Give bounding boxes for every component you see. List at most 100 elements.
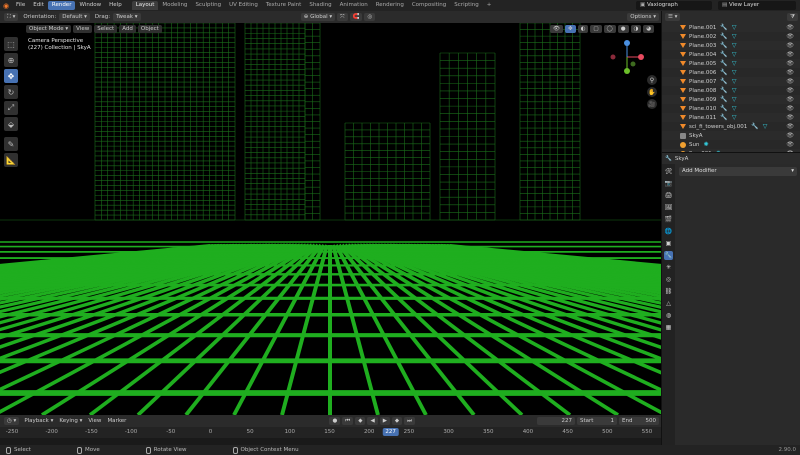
workspace-tab-rendering[interactable]: Rendering [372, 1, 408, 10]
menu-file[interactable]: File [12, 1, 29, 10]
outliner-row[interactable]: Plane.010 🔧 ▽ 👁 [662, 104, 800, 113]
scene-tab-icon[interactable]: 🎬 [664, 215, 673, 224]
outliner-row[interactable]: Plane.004 🔧 ▽ 👁 [662, 50, 800, 59]
menu-edit[interactable]: Edit [29, 1, 48, 10]
shading-solid-icon[interactable]: ● [617, 25, 629, 33]
gizmo-toggle-icon[interactable]: ✥ [564, 25, 576, 33]
object-mode-dropdown[interactable]: Object Mode ▾ [26, 25, 72, 33]
editor-type-button[interactable]: ⛶ ▾ [4, 13, 19, 21]
zoom-icon[interactable]: ⚲ [647, 75, 657, 85]
render-tab-icon[interactable]: 📷 [664, 179, 673, 188]
outliner-row[interactable]: Plane.008 🔧 ▽ 👁 [662, 86, 800, 95]
constraints-tab-icon[interactable]: ⛓ [664, 287, 673, 296]
outliner-filter-icon[interactable]: ⧩ [787, 13, 798, 21]
scale-icon[interactable]: ⤢ [4, 101, 18, 115]
workspace-tab-uv-editing[interactable]: UV Editing [225, 1, 262, 10]
timeline-editor-type-button[interactable]: ◷ ▾ [4, 417, 20, 425]
xray-icon[interactable]: ▢ [590, 25, 602, 33]
eye-icon[interactable]: 👁 [786, 42, 794, 49]
object-tab-icon[interactable]: ▣ [664, 239, 673, 248]
rotate-icon[interactable]: ↻ [4, 85, 18, 99]
modifier-tab-icon[interactable]: 🔧 [664, 251, 673, 260]
next-keyframe-icon[interactable]: ◆ [391, 417, 403, 425]
options-dropdown[interactable]: Options ▾ [627, 13, 659, 21]
eye-icon[interactable]: 👁 [786, 96, 794, 103]
orientation-dropdown[interactable]: Default ▾ [59, 13, 90, 21]
eye-icon[interactable]: 👁 [786, 51, 794, 58]
timeline-menu-view[interactable]: View [85, 418, 104, 424]
timeline-menu-marker[interactable]: Marker [104, 418, 129, 424]
3d-viewport[interactable]: Object Mode ▾ View Select Add Object 👁 ✥… [0, 23, 661, 415]
visibility-icon[interactable]: 👁 [550, 25, 563, 33]
overlay-icon[interactable]: ◐ [577, 25, 589, 33]
material-tab-icon[interactable]: ◍ [664, 311, 673, 320]
texture-tab-icon[interactable]: ▦ [664, 323, 673, 332]
eye-icon[interactable]: 👁 [786, 78, 794, 85]
eye-icon[interactable]: 👁 [786, 132, 794, 139]
annotate-icon[interactable]: ✎ [4, 137, 18, 151]
add-modifier-dropdown[interactable]: Add Modifier ▾ [679, 167, 797, 176]
timeline-menu-playback[interactable]: Playback ▾ [21, 418, 56, 424]
jump-start-icon[interactable]: ⏮ [342, 417, 354, 425]
outliner-row[interactable]: Sun ✺ 👁 [662, 140, 800, 149]
navigation-gizmo[interactable] [607, 37, 647, 77]
workspace-tab-compositing[interactable]: Compositing [408, 1, 450, 10]
physics-tab-icon[interactable]: ◎ [664, 275, 673, 284]
view-layer-selector[interactable]: ▤ View Layer [718, 1, 796, 10]
drag-dropdown[interactable]: Tweak ▾ [113, 13, 141, 21]
shading-wireframe-icon[interactable]: ◯ [603, 25, 616, 33]
move-icon[interactable]: ✥ [4, 69, 18, 83]
data-tab-icon[interactable]: △ [664, 299, 673, 308]
menu-render[interactable]: Render [47, 1, 76, 10]
camera-view-icon[interactable]: 🎥 [647, 99, 657, 109]
outliner-row[interactable]: Plane.001 🔧 ▽ 👁 [662, 23, 800, 32]
eye-icon[interactable]: 👁 [786, 87, 794, 94]
viewport-menu-add[interactable]: Add [119, 25, 136, 33]
outliner-row[interactable]: sci_fi_towers_obj.001 🔧 ▽ 👁 [662, 122, 800, 131]
output-tab-icon[interactable]: 🖨 [664, 191, 673, 200]
workspace-tab-layout[interactable]: Layout [131, 1, 159, 10]
prev-keyframe-icon[interactable]: ◆ [355, 417, 366, 425]
transform-space-dropdown[interactable]: ⊕ Global ▾ [300, 13, 336, 21]
viewport-menu-object[interactable]: Object [137, 25, 162, 33]
workspace-tab-texture-paint[interactable]: Texture Paint [262, 1, 306, 10]
outliner-row[interactable]: Plane.006 🔧 ▽ 👁 [662, 68, 800, 77]
viewport-menu-select[interactable]: Select [94, 25, 118, 33]
eye-icon[interactable]: 👁 [786, 69, 794, 76]
cursor-icon[interactable]: ⊕ [4, 53, 18, 67]
outliner-row[interactable]: SkyA 👁 [662, 131, 800, 140]
outliner-row[interactable]: Plane.003 🔧 ▽ 👁 [662, 41, 800, 50]
outliner-row[interactable]: Plane.005 🔧 ▽ 👁 [662, 59, 800, 68]
outliner-row[interactable]: Plane.002 🔧 ▽ 👁 [662, 32, 800, 41]
playhead-frame-label[interactable]: 227 [382, 428, 399, 436]
workspace-tab-modeling[interactable]: Modeling [158, 1, 191, 10]
outliner-row[interactable]: Plane.007 🔧 ▽ 👁 [662, 77, 800, 86]
workspace-tab-shading[interactable]: Shading [305, 1, 335, 10]
workspace-tab-animation[interactable]: Animation [336, 1, 372, 10]
eye-icon[interactable]: 👁 [786, 141, 794, 148]
start-frame-field[interactable]: Start 1 [577, 417, 617, 425]
eye-icon[interactable]: 👁 [786, 24, 794, 31]
outliner-row[interactable]: Plane.011 🔧 ▽ 👁 [662, 113, 800, 122]
measure-icon[interactable]: 📐 [4, 153, 18, 167]
menu-help[interactable]: Help [105, 1, 126, 10]
eye-icon[interactable]: 👁 [786, 114, 794, 121]
workspace-tab-scripting[interactable]: Scripting [450, 1, 482, 10]
viewport-menu-view[interactable]: View [73, 25, 93, 33]
timeline-menu-keying[interactable]: Keying ▾ [56, 418, 85, 424]
eye-icon[interactable]: 👁 [786, 123, 794, 130]
tool-tab-icon[interactable]: 🛠 [664, 167, 673, 176]
play-reverse-icon[interactable]: ◀ [367, 417, 378, 425]
end-frame-field[interactable]: End 500 [619, 417, 659, 425]
blender-logo-icon[interactable]: ◉ [0, 2, 12, 10]
play-icon[interactable]: ▶ [379, 417, 390, 425]
menu-window[interactable]: Window [75, 1, 105, 10]
transform-icon[interactable]: ⬙ [4, 117, 18, 131]
pivot-icon[interactable]: ⤧ [337, 13, 348, 21]
proportional-edit-icon[interactable]: ◎ [364, 13, 376, 21]
view-layer-tab-icon[interactable]: 🖼 [664, 203, 673, 212]
select-box-icon[interactable]: ⬚ [4, 37, 18, 51]
eye-icon[interactable]: 👁 [786, 105, 794, 112]
eye-icon[interactable]: 👁 [786, 60, 794, 67]
scene-selector[interactable]: ▣ Vaxiograph [636, 1, 712, 10]
